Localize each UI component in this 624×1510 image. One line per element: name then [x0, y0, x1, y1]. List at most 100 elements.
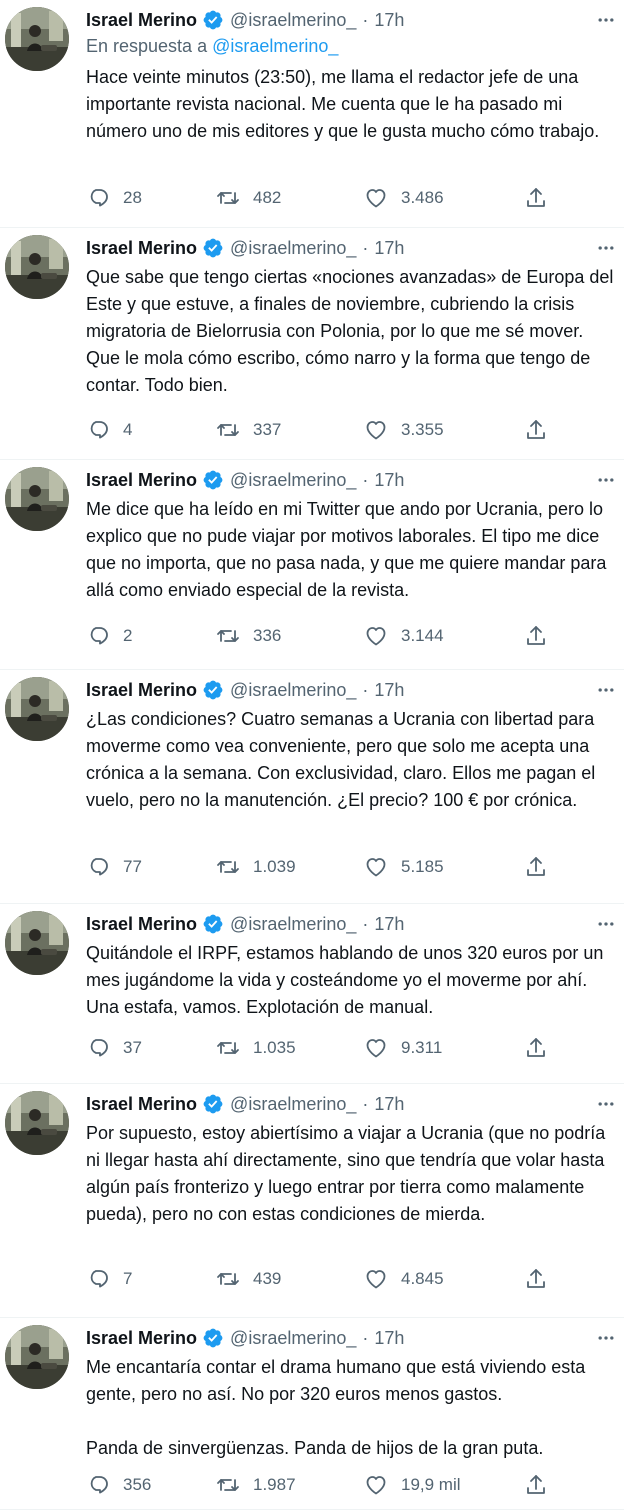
like-button[interactable]: 3.144 [364, 621, 444, 651]
like-icon [364, 1473, 388, 1497]
author-handle[interactable]: @israelmerino_ [230, 470, 356, 491]
share-button[interactable] [524, 1470, 548, 1500]
author-name[interactable]: Israel Merino [86, 238, 197, 259]
share-button[interactable] [524, 415, 548, 445]
author-name[interactable]: Israel Merino [86, 914, 197, 935]
like-button[interactable]: 3.486 [364, 183, 444, 213]
like-button[interactable]: 19,9 mil [364, 1470, 461, 1500]
tweet-text: Quitándole el IRPF, estamos hablando de … [86, 940, 616, 1021]
tweet-header: Israel Merino @israelmerino_ · 17h [86, 1326, 404, 1350]
timestamp[interactable]: 17h [374, 1094, 404, 1115]
tweet[interactable]: Israel Merino @israelmerino_ · 17h ¿Las cond… [0, 670, 624, 904]
more-dots-icon[interactable] [594, 1328, 618, 1348]
share-icon [524, 1036, 548, 1060]
like-count: 3.144 [401, 626, 444, 645]
reply-button[interactable]: 77 [86, 852, 142, 882]
separator-dot: · [362, 237, 369, 258]
avatar[interactable] [5, 911, 69, 975]
timestamp[interactable]: 17h [374, 914, 404, 935]
share-button[interactable] [524, 183, 548, 213]
author-handle[interactable]: @israelmerino_ [230, 10, 356, 31]
share-icon [524, 1267, 548, 1291]
reply-count: 2 [123, 626, 133, 645]
retweet-button[interactable]: 336 [216, 621, 281, 651]
verified-badge-icon [202, 1327, 224, 1349]
like-button[interactable]: 3.355 [364, 415, 444, 445]
share-icon [524, 855, 548, 879]
reply-button[interactable]: 4 [86, 415, 132, 445]
avatar[interactable] [5, 7, 69, 71]
retweet-button[interactable]: 1.987 [216, 1470, 296, 1500]
tweet[interactable]: Israel Merino @israelmerino_ · 17h Quitándol… [0, 904, 624, 1084]
like-count: 19,9 mil [401, 1475, 461, 1494]
author-name[interactable]: Israel Merino [86, 10, 197, 31]
retweet-button[interactable]: 439 [216, 1264, 281, 1294]
author-handle[interactable]: @israelmerino_ [230, 914, 356, 935]
like-count: 5.185 [401, 857, 444, 876]
reply-icon [86, 855, 110, 879]
reply-button[interactable]: 356 [86, 1470, 151, 1500]
retweet-button[interactable]: 1.035 [216, 1033, 296, 1063]
timestamp[interactable]: 17h [374, 680, 404, 701]
author-name[interactable]: Israel Merino [86, 1328, 197, 1349]
share-button[interactable] [524, 852, 548, 882]
more-dots-icon[interactable] [594, 1094, 618, 1114]
tweet[interactable]: Israel Merino @israelmerino_ · 17h Me encant… [0, 1318, 624, 1510]
more-dots-icon[interactable] [594, 470, 618, 490]
retweet-count: 337 [253, 420, 282, 439]
tweet-header: Israel Merino @israelmerino_ · 17h [86, 678, 404, 702]
more-dots-icon[interactable] [594, 238, 618, 258]
retweet-button[interactable]: 482 [216, 183, 281, 213]
author-handle[interactable]: @israelmerino_ [230, 1328, 356, 1349]
separator-dot: · [362, 469, 369, 490]
reply-button[interactable]: 37 [86, 1033, 142, 1063]
avatar[interactable] [5, 467, 69, 531]
reply-button[interactable]: 28 [86, 183, 142, 213]
timestamp[interactable]: 17h [374, 238, 404, 259]
author-name[interactable]: Israel Merino [86, 680, 197, 701]
tweet[interactable]: Israel Merino @israelmerino_ · 17h En respue… [0, 0, 624, 228]
avatar[interactable] [5, 1091, 69, 1155]
separator-dot: · [362, 9, 369, 30]
timestamp[interactable]: 17h [374, 1328, 404, 1349]
author-name[interactable]: Israel Merino [86, 470, 197, 491]
share-button[interactable] [524, 1033, 548, 1063]
timestamp[interactable]: 17h [374, 470, 404, 491]
like-button[interactable]: 5.185 [364, 852, 444, 882]
more-dots-icon[interactable] [594, 914, 618, 934]
avatar[interactable] [5, 235, 69, 299]
retweet-button[interactable]: 337 [216, 415, 281, 445]
author-handle[interactable]: @israelmerino_ [230, 1094, 356, 1115]
like-button[interactable]: 4.845 [364, 1264, 444, 1294]
tweet[interactable]: Israel Merino @israelmerino_ · 17h Me dice q… [0, 460, 624, 670]
share-button[interactable] [524, 1264, 548, 1294]
avatar[interactable] [5, 677, 69, 741]
tweet-paragraph: Panda de sinvergüenzas. Panda de hijos d… [86, 1438, 544, 1458]
more-dots-icon[interactable] [594, 10, 618, 30]
reply-button[interactable]: 7 [86, 1264, 132, 1294]
author-handle[interactable]: @israelmerino_ [230, 680, 356, 701]
tweet-actions: 2 336 3.144 [86, 621, 566, 651]
reply-to-handle-link[interactable]: @israelmerino_ [212, 36, 338, 56]
like-icon [364, 624, 388, 648]
author-handle[interactable]: @israelmerino_ [230, 238, 356, 259]
like-button[interactable]: 9.311 [364, 1033, 442, 1063]
timestamp[interactable]: 17h [374, 10, 404, 31]
more-dots-icon[interactable] [594, 680, 618, 700]
tweet[interactable]: Israel Merino @israelmerino_ · 17h Que sabe … [0, 228, 624, 460]
like-icon [364, 418, 388, 442]
reply-icon [86, 186, 110, 210]
reply-count: 7 [123, 1269, 133, 1288]
reply-icon [86, 1473, 110, 1497]
tweet-paragraph: Que sabe que tengo ciertas «nociones ava… [86, 267, 614, 395]
retweet-button[interactable]: 1.039 [216, 852, 296, 882]
tweet[interactable]: Israel Merino @israelmerino_ · 17h Por supue… [0, 1084, 624, 1318]
retweet-icon [216, 186, 240, 210]
tweet-text: Me encantaría contar el drama humano que… [86, 1354, 616, 1462]
author-name[interactable]: Israel Merino [86, 1094, 197, 1115]
reply-to-label: En respuesta a [86, 36, 208, 56]
share-button[interactable] [524, 621, 548, 651]
avatar[interactable] [5, 1325, 69, 1389]
reply-button[interactable]: 2 [86, 621, 132, 651]
verified-badge-icon [202, 913, 224, 935]
